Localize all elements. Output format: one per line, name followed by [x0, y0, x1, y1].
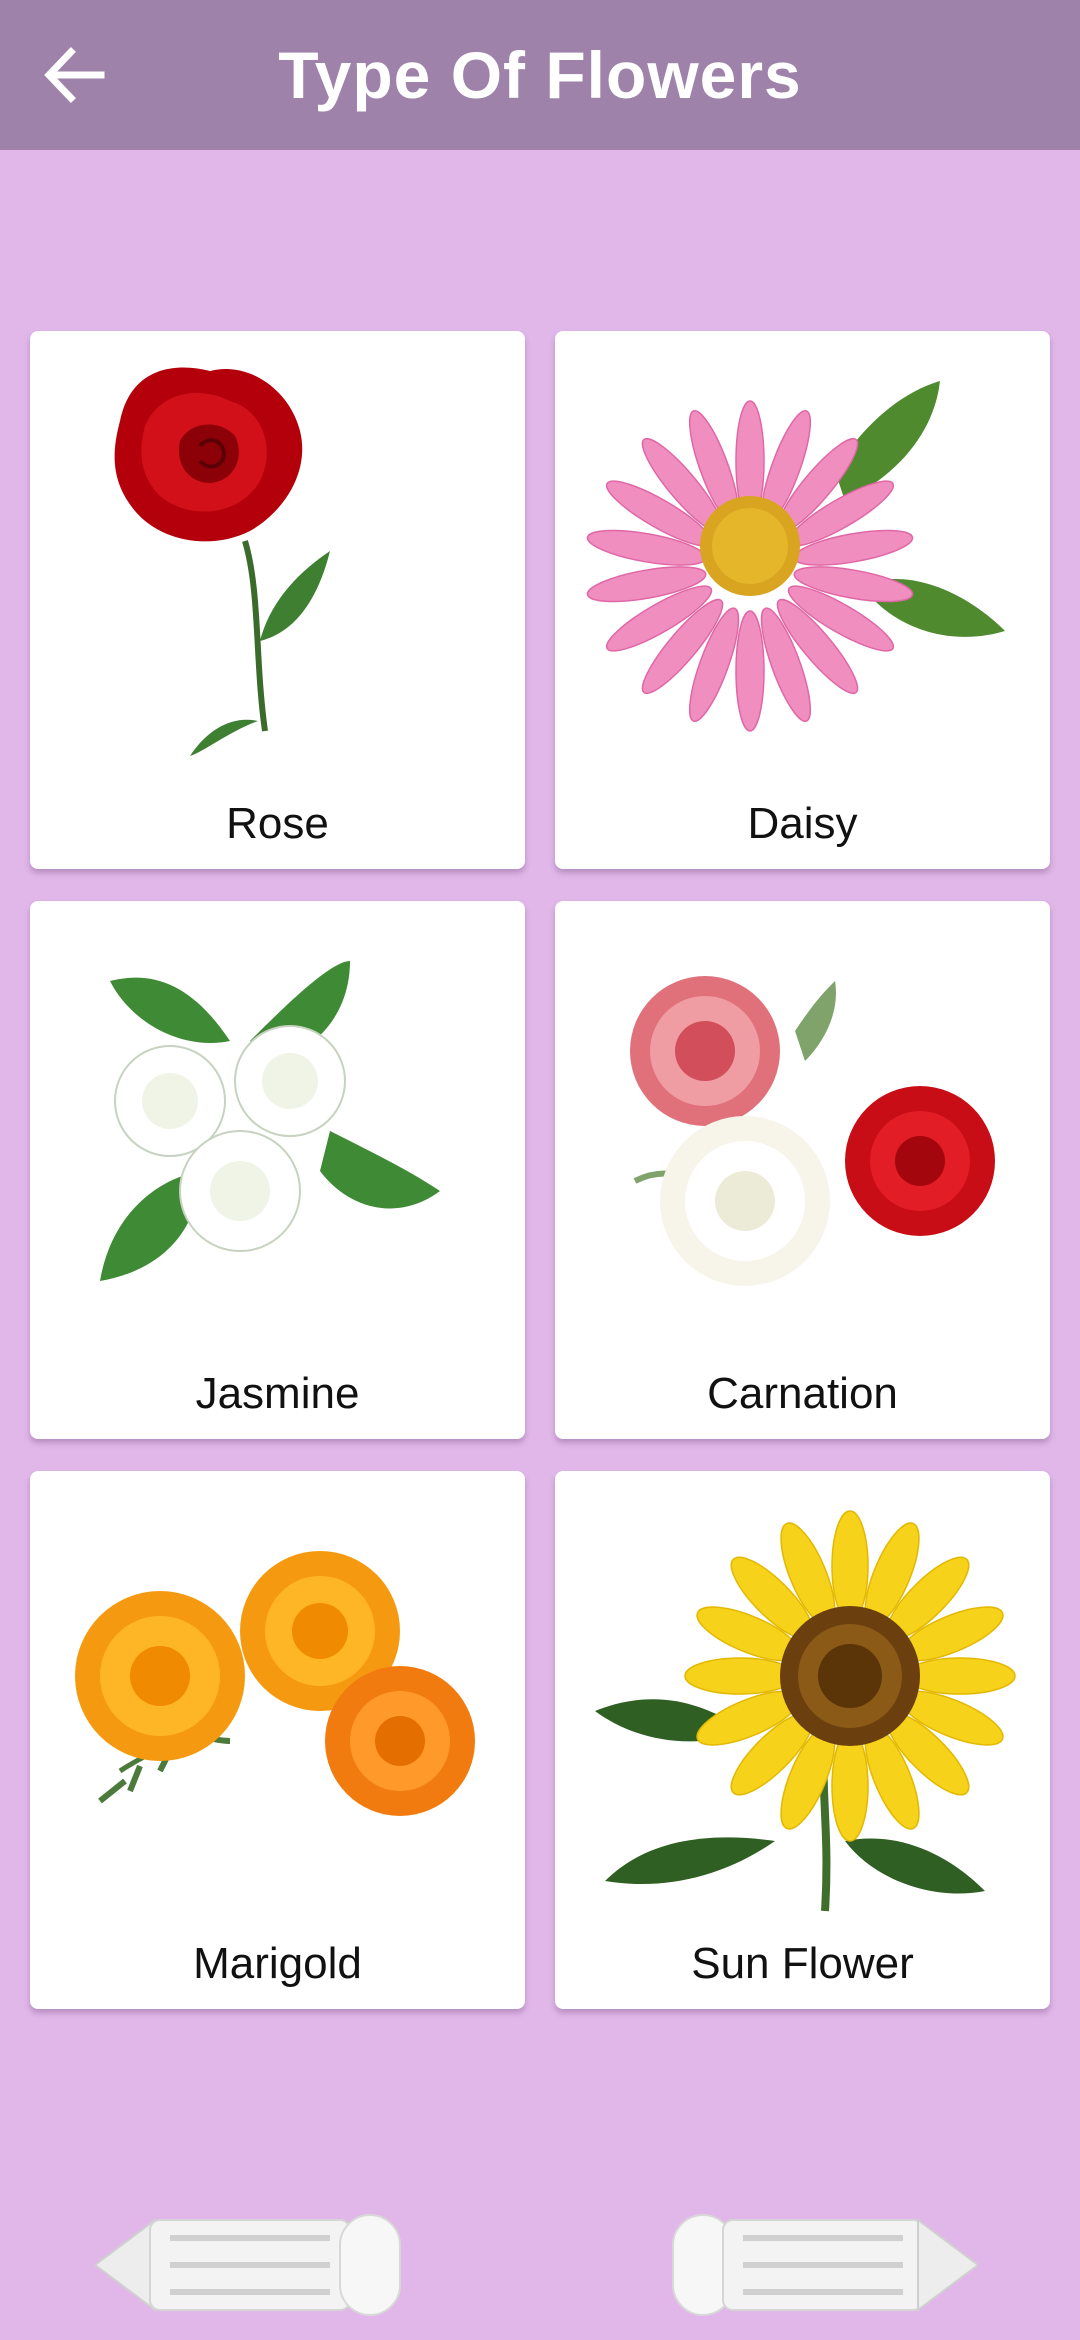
rose-image	[114, 367, 330, 756]
daisy-image	[586, 381, 1005, 732]
next-button[interactable]	[668, 2210, 980, 2320]
flower-card-sunflower[interactable]: Sun Flower	[555, 1471, 1050, 2009]
previous-pencil-icon	[93, 2214, 401, 2316]
jasmine-image	[100, 961, 440, 1281]
marigold-image	[75, 1551, 475, 1816]
app-bar: Type Of Flowers	[0, 0, 1080, 150]
flower-card-rose[interactable]: Rose	[30, 331, 525, 869]
flower-card-jasmine[interactable]: Jasmine	[30, 901, 525, 1439]
carnation-image	[630, 976, 995, 1286]
flower-card-daisy[interactable]: Daisy	[555, 331, 1050, 869]
flower-label-jasmine: Jasmine	[195, 1369, 360, 1418]
page-title: Type Of Flowers	[278, 38, 802, 112]
next-pencil-icon	[672, 2214, 980, 2316]
sunflower-image	[595, 1510, 1016, 1912]
flower-label-carnation: Carnation	[707, 1369, 898, 1418]
flower-card-marigold[interactable]: Marigold	[30, 1471, 525, 2009]
flower-card-carnation[interactable]: Carnation	[555, 901, 1050, 1439]
flower-label-daisy: Daisy	[747, 799, 858, 848]
flower-label-marigold: Marigold	[193, 1939, 362, 1988]
previous-button[interactable]	[93, 2210, 405, 2320]
flower-label-sunflower: Sun Flower	[691, 1939, 914, 1988]
flower-label-rose: Rose	[226, 799, 329, 848]
